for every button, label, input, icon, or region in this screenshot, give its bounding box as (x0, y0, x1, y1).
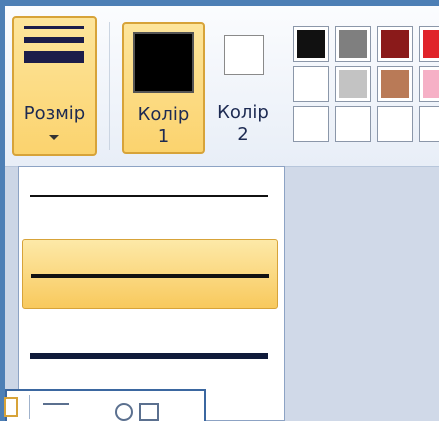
brush-icon[interactable] (4, 397, 18, 417)
palette-swatch[interactable] (419, 66, 439, 102)
thin-line-icon (30, 195, 268, 197)
palette-swatch[interactable] (293, 26, 329, 62)
palette-swatch[interactable] (293, 106, 329, 142)
palette-swatch[interactable] (377, 106, 413, 142)
size-dropdown-menu (18, 166, 285, 421)
thick-line-icon (30, 353, 268, 359)
palette-swatch[interactable] (419, 26, 439, 62)
palette-swatch[interactable] (293, 66, 329, 102)
size-option-medium[interactable] (22, 239, 278, 309)
ribbon-separator (109, 22, 110, 150)
medium-line-icon (31, 274, 269, 278)
color1-number: 1 (157, 126, 170, 147)
color1-button[interactable]: Колір 1 (122, 22, 205, 154)
color1-label: Колір (137, 104, 190, 125)
palette-swatch[interactable] (335, 106, 371, 142)
palette-swatch[interactable] (335, 66, 371, 102)
lower-toolbar-window (4, 389, 206, 421)
color-palette (293, 26, 439, 154)
color2-swatch (224, 35, 264, 75)
size-option-thick[interactable] (22, 317, 278, 387)
palette-swatch[interactable] (377, 66, 413, 102)
dropdown-arrow-icon (49, 135, 59, 140)
size-button[interactable]: Розмір (12, 16, 97, 156)
toolbar-separator (29, 395, 30, 419)
rectangle-tool-icon[interactable] (139, 403, 159, 421)
color2-number: 2 (237, 124, 249, 145)
oval-tool-icon[interactable] (115, 403, 133, 421)
color1-swatch (133, 32, 194, 93)
color2-button[interactable]: Колір 2 (214, 26, 272, 152)
line-sizes-icon (24, 26, 84, 63)
size-button-label: Розмір (23, 103, 86, 124)
color2-label: Колір (217, 102, 269, 123)
canvas-area[interactable] (285, 167, 439, 421)
line-tool-icon[interactable] (43, 403, 69, 421)
palette-swatch[interactable] (377, 26, 413, 62)
palette-swatch[interactable] (419, 106, 439, 142)
palette-swatch[interactable] (335, 26, 371, 62)
size-option-thin[interactable] (22, 167, 278, 237)
